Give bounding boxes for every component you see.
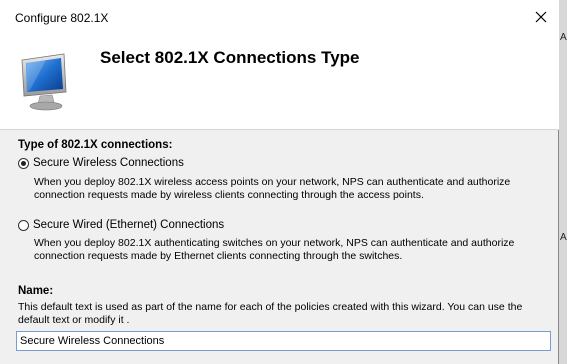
page-title: Select 802.1X Connections Type bbox=[100, 48, 360, 67]
name-description: This default text is used as part of the… bbox=[18, 301, 523, 326]
background-window-edge-text: A bbox=[560, 32, 567, 43]
wired-description: When you deploy 802.1X authenticating sw… bbox=[34, 237, 515, 262]
name-input[interactable] bbox=[16, 331, 551, 351]
wireless-description: When you deploy 802.1X wireless access p… bbox=[34, 176, 511, 201]
computer-monitor-icon bbox=[21, 53, 67, 111]
name-label: Name: bbox=[18, 285, 54, 297]
wireless-option-label: Secure Wireless Connections bbox=[33, 157, 184, 169]
wired-radio[interactable] bbox=[18, 219, 29, 231]
wired-connections-option[interactable]: Secure Wired (Ethernet) Connections bbox=[18, 219, 224, 231]
close-icon bbox=[535, 11, 547, 23]
background-window-edge-text: A bbox=[560, 232, 567, 243]
wizard-header: Select 802.1X Connections Type bbox=[0, 34, 559, 130]
wireless-connections-option[interactable]: Secure Wireless Connections bbox=[18, 157, 184, 169]
wired-option-label: Secure Wired (Ethernet) Connections bbox=[33, 219, 225, 231]
wireless-radio[interactable] bbox=[18, 157, 29, 169]
title-bar[interactable]: Configure 802.1X bbox=[0, 0, 559, 34]
configure-8021x-dialog: Configure 802.1X Select 802.1X Connectio… bbox=[0, 0, 559, 364]
window-title: Configure 802.1X bbox=[15, 11, 109, 25]
close-button[interactable] bbox=[529, 5, 553, 29]
connection-type-label: Type of 802.1X connections: bbox=[18, 139, 173, 151]
